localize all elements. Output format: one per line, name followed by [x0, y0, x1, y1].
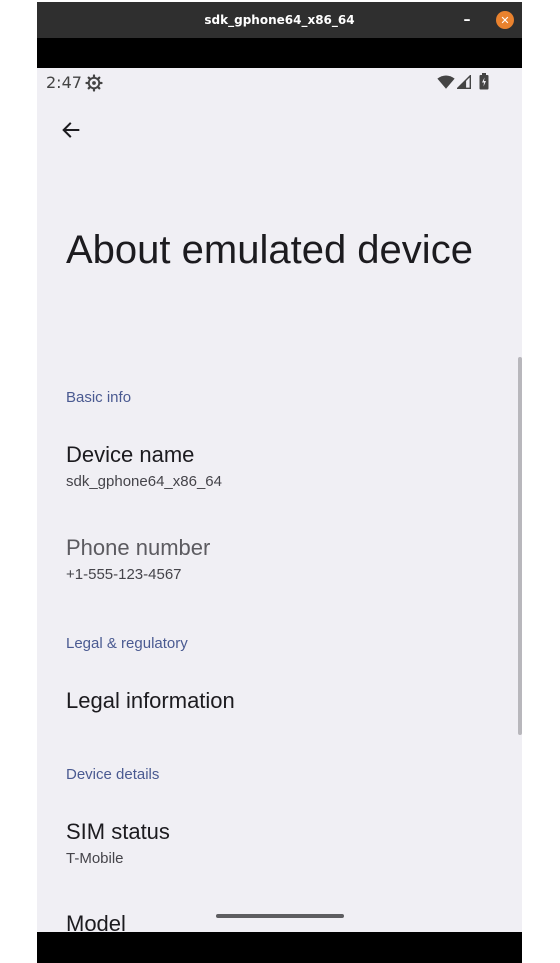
- pref-title: SIM status: [66, 819, 170, 844]
- pref-title: Phone number: [66, 535, 211, 560]
- arrow-back-icon: [62, 122, 80, 138]
- pref-summary: T-Mobile: [66, 850, 124, 867]
- section-header-device-details: Device details: [66, 766, 160, 783]
- page-title: About emulated device: [66, 228, 473, 272]
- pref-title: Legal information: [66, 688, 235, 713]
- battery-icon: [479, 73, 489, 90]
- back-button[interactable]: [53, 112, 89, 148]
- emulator-bottom-bar: [37, 932, 522, 963]
- pref-title: Model: [66, 911, 126, 932]
- section-header-legal: Legal & regulatory: [66, 635, 188, 652]
- status-time: 2:47: [46, 73, 82, 92]
- pref-title: Device name: [66, 442, 195, 467]
- section-header-basic-info: Basic info: [66, 389, 132, 406]
- scrollbar[interactable]: [518, 357, 522, 735]
- pref-phone-number: Phone number +1-555-123-4567: [37, 535, 507, 615]
- close-button[interactable]: ✕: [496, 11, 514, 29]
- window-titlebar: sdk_gphone64_x86_64 – ✕: [37, 2, 522, 38]
- pref-device-name[interactable]: Device name sdk_gphone64_x86_64: [37, 442, 507, 522]
- minimize-button[interactable]: –: [456, 9, 478, 31]
- emulator-top-bar: [37, 38, 522, 68]
- pref-legal-information[interactable]: Legal information: [37, 688, 507, 748]
- pref-sim-status[interactable]: SIM status T-Mobile: [37, 819, 507, 899]
- pref-summary: +1-555-123-4567: [66, 566, 182, 583]
- cell-signal-icon: [457, 75, 471, 89]
- wifi-icon: [437, 75, 455, 89]
- device-screen: 2:47 About emulated device Basic info De…: [37, 68, 522, 932]
- window-title: sdk_gphone64_x86_64: [204, 13, 355, 27]
- gear-icon: [85, 74, 103, 92]
- gesture-nav-handle[interactable]: [216, 914, 344, 918]
- status-bar: 2:47: [37, 68, 522, 98]
- pref-summary: sdk_gphone64_x86_64: [66, 473, 222, 490]
